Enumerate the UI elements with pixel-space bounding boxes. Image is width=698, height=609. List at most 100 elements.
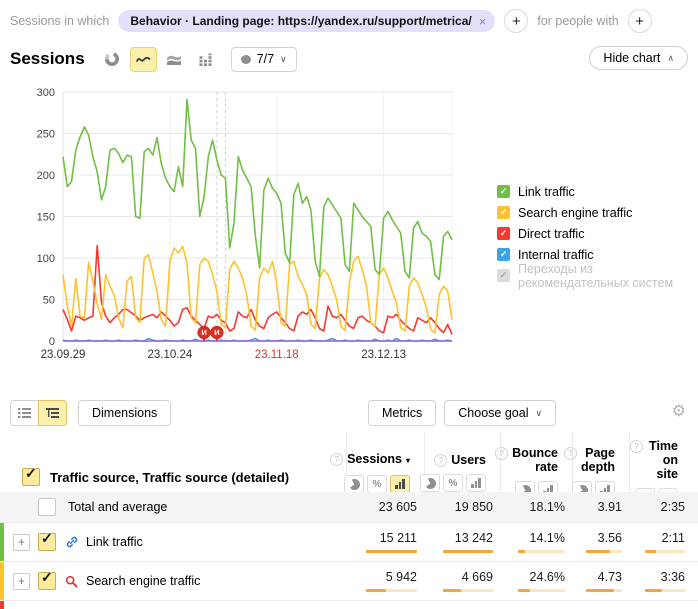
question-icon[interactable]: ? bbox=[495, 447, 508, 460]
question-icon[interactable]: ? bbox=[564, 447, 577, 460]
expand-row-button[interactable]: + bbox=[13, 534, 30, 551]
segment-chip-label: Behavior · Landing page: https://yandex.… bbox=[130, 14, 471, 28]
bars-view-button[interactable] bbox=[390, 475, 410, 493]
checkbox-checked-icon[interactable]: ✓ bbox=[497, 185, 510, 198]
svg-text:250: 250 bbox=[37, 129, 55, 141]
svg-text:200: 200 bbox=[37, 170, 55, 182]
dimensions-button[interactable]: Dimensions bbox=[78, 400, 171, 426]
checkbox-checked-icon[interactable]: ✓ bbox=[497, 227, 510, 240]
choose-goal-dropdown[interactable]: Choose goal ∨ bbox=[444, 400, 556, 426]
chevron-up-icon: ∧ bbox=[667, 53, 674, 64]
column-label[interactable]: Sessions bbox=[347, 452, 402, 466]
dimension-header[interactable]: Traffic source, Traffic source (detailed… bbox=[50, 470, 289, 485]
close-icon[interactable]: × bbox=[479, 15, 487, 28]
row-label: Total and average bbox=[68, 500, 167, 514]
column-label[interactable]: Users bbox=[451, 453, 486, 467]
segment-chip[interactable]: Behavior · Landing page: https://yandex.… bbox=[118, 10, 495, 32]
annotations-count: 7/7 bbox=[257, 52, 274, 66]
pie-view-button[interactable] bbox=[420, 474, 440, 492]
gear-icon[interactable]: ⚙ bbox=[672, 404, 686, 420]
svg-text:23.10.24: 23.10.24 bbox=[147, 349, 192, 361]
pie-view-button[interactable] bbox=[344, 475, 364, 493]
check-icon: ✓ bbox=[41, 569, 53, 586]
flat-list-view-button[interactable] bbox=[10, 400, 39, 426]
cell-value: 4.73 bbox=[598, 570, 622, 584]
add-user-filter-button[interactable]: + bbox=[628, 9, 652, 33]
column-label[interactable]: Page depth bbox=[581, 446, 615, 474]
row-checkbox[interactable] bbox=[38, 498, 56, 516]
percent-view-button[interactable]: % bbox=[443, 474, 463, 492]
checkbox-checked-icon[interactable]: ✓ bbox=[497, 206, 510, 219]
chart-header: Sessions 7/7 ∨ Hide chart ∧ bbox=[10, 46, 688, 72]
bars-view-button[interactable] bbox=[466, 474, 486, 492]
stacked-area-icon bbox=[166, 53, 182, 65]
legend-item-link-traffic[interactable]: ✓ Link traffic bbox=[497, 181, 698, 202]
annotations-dropdown[interactable]: 7/7 ∨ bbox=[231, 47, 297, 72]
pie-chart-type-button[interactable] bbox=[99, 47, 126, 72]
row-label[interactable]: Search engine traffic bbox=[86, 574, 200, 588]
table-row-search-traffic: + ✓ Search engine traffic 5 942 4 669 24… bbox=[0, 561, 698, 600]
table-row-direct-traffic: ✓ Direct traffic 2 233 1 977 22.6% 4.33 … bbox=[0, 600, 698, 609]
svg-text:23.11.18: 23.11.18 bbox=[255, 349, 299, 361]
question-icon[interactable]: ? bbox=[630, 440, 643, 453]
bar-chart-icon bbox=[198, 53, 213, 66]
line-chart-icon bbox=[135, 53, 151, 65]
comment-icon bbox=[241, 55, 251, 64]
cell-value: 5 942 bbox=[386, 570, 417, 584]
stacked-area-type-button[interactable] bbox=[161, 47, 188, 72]
row-checkbox[interactable]: ✓ bbox=[38, 533, 56, 551]
cell-value: 2:35 bbox=[661, 500, 685, 514]
cell-value: 19 850 bbox=[455, 500, 493, 514]
svg-text:23.12.13: 23.12.13 bbox=[361, 349, 406, 361]
percent-view-button[interactable]: % bbox=[367, 475, 387, 493]
check-icon: ✓ bbox=[41, 530, 53, 547]
row-label[interactable]: Link traffic bbox=[86, 535, 143, 549]
cell-value: 3.91 bbox=[598, 500, 622, 514]
bars-icon bbox=[471, 478, 481, 488]
chevron-down-icon: ∨ bbox=[535, 408, 542, 419]
table-row-link-traffic: + ✓ Link traffic 15 211 13 242 14.1% 3.5… bbox=[0, 522, 698, 561]
metrics-button[interactable]: Metrics bbox=[368, 400, 436, 426]
row-color-stripe bbox=[0, 601, 4, 609]
svg-text:0: 0 bbox=[49, 336, 55, 348]
page-title: Sessions bbox=[10, 49, 85, 69]
metrica-app: Sessions in which Behavior · Landing pag… bbox=[0, 0, 698, 609]
sort-desc-icon[interactable]: ▾ bbox=[406, 454, 410, 468]
check-icon: ✓ bbox=[25, 465, 37, 482]
column-label[interactable]: Bounce rate bbox=[512, 446, 558, 474]
percent-icon: % bbox=[449, 478, 458, 489]
cell-value: 3:36 bbox=[661, 570, 685, 584]
table-header-row: ✓ Traffic source, Traffic source (detail… bbox=[0, 432, 698, 492]
cell-value: 18.1% bbox=[530, 500, 565, 514]
legend-item-direct-traffic[interactable]: ✓ Direct traffic bbox=[497, 223, 698, 244]
dimension-checkbox[interactable]: ✓ bbox=[22, 468, 40, 486]
add-segment-button[interactable]: + bbox=[504, 9, 528, 33]
cell-value: 3.56 bbox=[598, 531, 622, 545]
table-row-total: Total and average 23 605 19 850 18.1% 3.… bbox=[0, 492, 698, 522]
legend-item-search-traffic[interactable]: ✓ Search engine traffic bbox=[497, 202, 698, 223]
flat-list-icon bbox=[18, 407, 31, 419]
row-checkbox[interactable]: ✓ bbox=[38, 572, 56, 590]
svg-text:300: 300 bbox=[37, 87, 55, 99]
cell-value: 15 211 bbox=[380, 531, 417, 545]
legend-item-recommendation-systems: ✓ Переходы из рекомендательных систем bbox=[497, 265, 698, 286]
expand-row-button[interactable]: + bbox=[13, 573, 30, 590]
hide-chart-button[interactable]: Hide chart ∧ bbox=[589, 46, 688, 70]
chevron-down-icon: ∨ bbox=[280, 54, 287, 65]
svg-text:50: 50 bbox=[43, 295, 55, 307]
checkbox-checked-disabled-icon: ✓ bbox=[497, 269, 510, 282]
cell-value: 14.1% bbox=[530, 531, 565, 545]
question-icon[interactable]: ? bbox=[434, 454, 447, 467]
sessions-chart-svg[interactable]: 05010015020025030023.09.2923.10.2423.11.… bbox=[20, 85, 485, 370]
tree-list-view-button[interactable] bbox=[38, 400, 67, 426]
pie-icon bbox=[425, 478, 436, 489]
column-label[interactable]: Time on site bbox=[647, 439, 678, 481]
link-icon bbox=[65, 535, 79, 549]
line-chart-type-button[interactable] bbox=[130, 47, 157, 72]
cell-value: 4 669 bbox=[462, 570, 493, 584]
checkbox-checked-icon[interactable]: ✓ bbox=[497, 248, 510, 261]
cell-value: 24.6% bbox=[530, 570, 565, 584]
tree-list-icon bbox=[46, 407, 59, 419]
columns-chart-type-button[interactable] bbox=[192, 47, 219, 72]
svg-text:И: И bbox=[201, 328, 206, 337]
